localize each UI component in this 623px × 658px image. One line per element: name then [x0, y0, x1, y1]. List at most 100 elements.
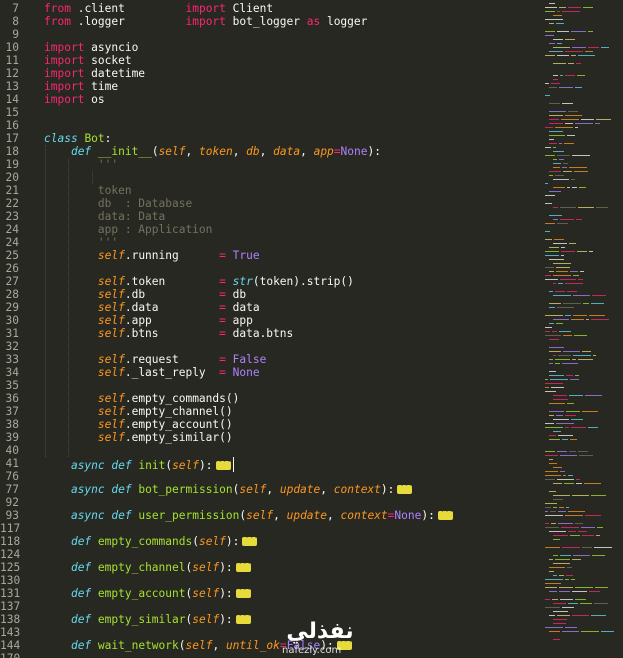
code-line[interactable]: app : Application — [44, 223, 213, 236]
code-editor[interactable]: 7 8 9 10 11 12 13 14 15 16 17 18 19 20 21 22 23 24 24 25 26 2… — [0, 0, 623, 658]
code-line[interactable]: self.data = data — [44, 301, 260, 314]
fold-marker-icon[interactable] — [235, 558, 251, 572]
minimap-line — [557, 11, 560, 12]
code-line[interactable]: def __init__(self, token, db, data, app=… — [44, 145, 381, 158]
minimap-line — [549, 259, 564, 260]
code-line[interactable]: self.empty_similar() — [44, 431, 233, 444]
code-line[interactable]: import datetime — [44, 67, 145, 80]
code-token: Bot — [84, 132, 105, 145]
code-line[interactable]: async def user_permission(self, update, … — [44, 506, 453, 522]
code-line[interactable]: self.request = False — [44, 353, 266, 366]
code-token: socket — [84, 54, 132, 67]
code-token: ): — [421, 509, 435, 522]
minimap-line — [579, 455, 593, 456]
minimap-line — [549, 175, 553, 176]
code-line[interactable]: token — [44, 184, 132, 197]
code-token: . — [70, 15, 85, 28]
code-token: __init__ — [97, 145, 152, 158]
minimap-line — [553, 495, 570, 496]
minimap-line — [581, 527, 595, 528]
fold-marker-icon[interactable] — [235, 610, 251, 624]
fold-marker-icon[interactable] — [397, 480, 413, 494]
code-line[interactable]: import os — [44, 93, 105, 106]
minimap-line — [575, 123, 593, 124]
minimap-line — [545, 383, 563, 384]
minimap-line — [576, 63, 581, 64]
minimap-line — [575, 587, 593, 588]
code-line[interactable]: self.empty_commands() — [44, 392, 239, 405]
line-number: 118 — [0, 535, 21, 548]
minimap-line — [568, 475, 573, 476]
code-line[interactable]: db : Database — [44, 197, 192, 210]
code-line[interactable]: import socket — [44, 54, 132, 67]
minimap-line — [549, 571, 554, 572]
code-token: self — [97, 275, 125, 288]
code-line[interactable]: self._last_reply = None — [44, 366, 260, 379]
code-line[interactable]: from .logger import bot_logger as logger — [44, 15, 367, 28]
minimap-line — [565, 123, 573, 124]
code-line[interactable]: async def init(self): — [44, 456, 234, 472]
code-line[interactable]: def empty_channel(self): — [44, 558, 251, 574]
minimap-line — [557, 479, 574, 480]
minimap-line — [572, 591, 587, 592]
code-line[interactable]: import asyncio — [44, 41, 138, 54]
code-line[interactable]: import time — [44, 80, 118, 93]
code-token: ): — [219, 587, 233, 600]
code-token: self — [185, 639, 213, 652]
code-line[interactable]: ''' — [44, 236, 118, 249]
code-token: os — [84, 93, 105, 106]
code-token: ( — [192, 535, 199, 548]
code-line[interactable]: self.running = True — [44, 249, 260, 262]
code-line[interactable]: self.app = app — [44, 314, 253, 327]
code-line[interactable]: def empty_similar(self): — [44, 610, 251, 626]
minimap-line — [563, 475, 566, 476]
minimap-line — [585, 515, 601, 516]
line-number: 33 — [5, 353, 19, 366]
line-number: 23 — [5, 210, 19, 223]
minimap-line — [596, 119, 611, 120]
minimap-line — [570, 439, 577, 440]
code-token: import — [44, 67, 85, 80]
line-number: 143 — [0, 626, 21, 639]
minimap-line — [549, 87, 557, 88]
fold-marker-icon[interactable] — [215, 456, 231, 470]
code-token: str — [232, 275, 253, 288]
code-token: , — [266, 483, 280, 496]
minimap-line — [560, 555, 571, 556]
code-token: ._last_reply — [124, 366, 220, 379]
minimap-line — [565, 427, 569, 428]
code-token: .empty_commands() — [124, 392, 240, 405]
code-token: , — [273, 509, 287, 522]
code-line[interactable]: from .client import Client — [44, 2, 273, 15]
fold-marker-icon[interactable] — [437, 506, 453, 520]
minimap-line — [583, 303, 589, 304]
code-line[interactable]: def empty_account(self): — [44, 584, 251, 600]
code-token: data: Data — [97, 210, 166, 223]
minimap-line — [564, 143, 574, 144]
minimap-line — [545, 223, 555, 224]
minimap-line — [571, 55, 576, 56]
code-token: ( — [178, 639, 186, 652]
code-line[interactable]: self.empty_channel() — [44, 405, 233, 418]
code-line[interactable]: def empty_commands(self): — [44, 532, 258, 548]
minimap-line — [560, 219, 574, 220]
code-line[interactable]: async def bot_permission(self, update, c… — [44, 480, 413, 496]
code-line[interactable]: self.empty_account() — [44, 418, 233, 431]
code-line[interactable]: self.token = str(token).strip() — [44, 275, 354, 288]
minimap-line — [572, 47, 586, 48]
code-line[interactable]: class Bot: — [44, 132, 111, 145]
minimap-line — [557, 223, 568, 224]
line-number: 144 — [0, 639, 21, 652]
code-line[interactable]: ''' — [44, 158, 118, 171]
minimap-line — [574, 171, 588, 172]
fold-marker-icon[interactable] — [235, 584, 251, 598]
code-line[interactable]: self.db = db — [44, 288, 246, 301]
minimap[interactable] — [541, 0, 623, 658]
minimap-line — [570, 271, 578, 272]
code-token: empty_account — [97, 587, 186, 600]
fold-marker-icon[interactable] — [242, 532, 258, 546]
code-line[interactable]: self.btns = data.btns — [44, 327, 293, 340]
code-token: def — [70, 587, 92, 600]
minimap-line — [545, 203, 552, 204]
code-line[interactable]: data: Data — [44, 210, 165, 223]
